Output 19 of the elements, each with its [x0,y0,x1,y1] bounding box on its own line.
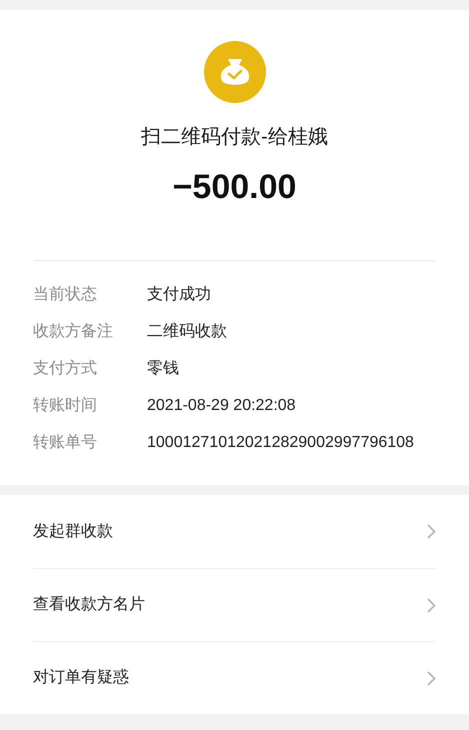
detail-label: 收款方备注 [33,322,114,342]
detail-label: 转账时间 [33,396,98,416]
detail-value: 二维码收款 [147,322,228,342]
payment-amount: −500.00 [172,170,296,204]
detail-value: 零钱 [147,359,180,379]
detail-value: 100012710120212829002997796108 [147,433,415,453]
chevron-right-icon [427,670,436,686]
detail-label: 转账单号 [33,433,98,453]
chevron-right-icon [427,598,436,612]
payment-title: 扫二维码付款-给桂娥 [141,125,328,150]
detail-label: 支付方式 [33,358,98,379]
chevron-right-icon [427,524,436,539]
detail-label: 当前状态 [33,284,98,305]
action-row[interactable]: 查看收款方名片 [33,568,436,641]
detail-value: 支付成功 [147,284,212,305]
detail-value: 2021-08-29 20:22:08 [147,396,297,416]
action-row[interactable]: 发起群收款 [33,495,436,568]
money-bag-check-icon [204,41,266,103]
action-row[interactable]: 对订单有疑惑 [33,641,436,714]
